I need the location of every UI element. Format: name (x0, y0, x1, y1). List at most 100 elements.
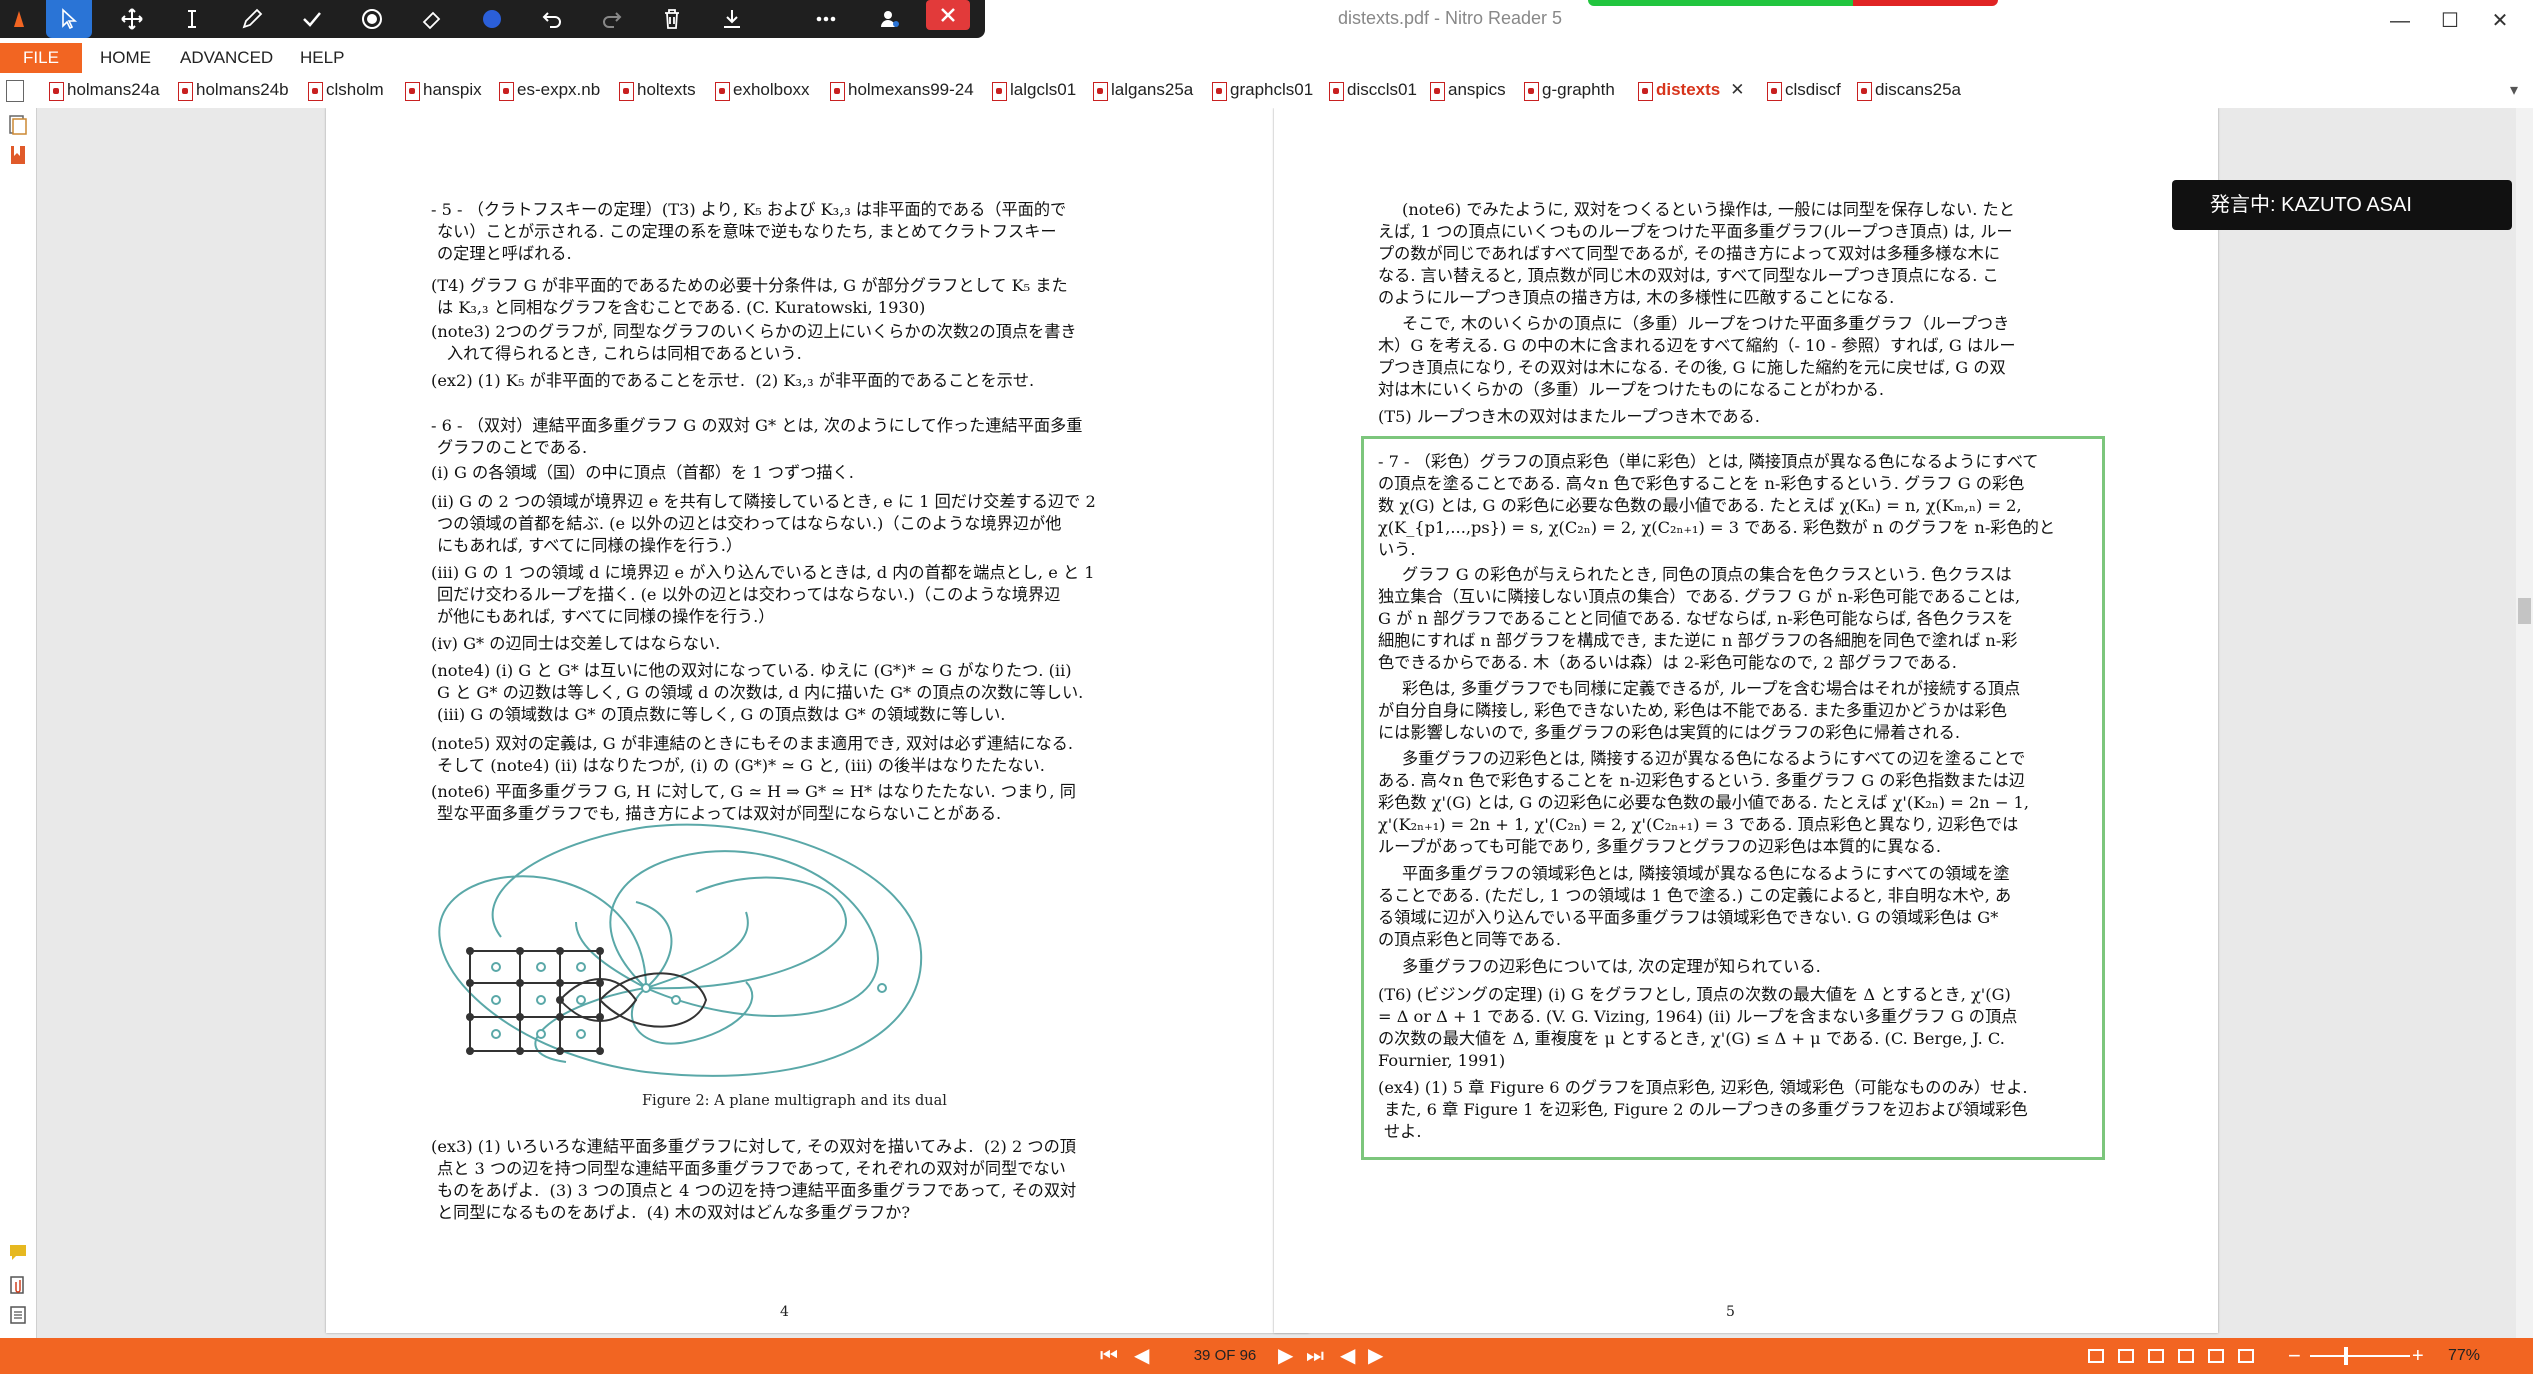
pdf-file-icon (992, 82, 1007, 101)
page-number-4: 4 (780, 1304, 789, 1320)
text-line: と同型になるものをあげよ. (4) 木の双対はどんな多重グラフか? (437, 1203, 911, 1222)
zoom-in-button[interactable]: + (2412, 1338, 2424, 1374)
doc-tab-holmans24b[interactable]: holmans24b (176, 80, 289, 102)
text-line: - 6 - （双対）連結平面多重グラフ G の双対 G* とは, 次のようにして… (431, 416, 1083, 435)
text-line: (T4) グラフ G が非平面的であるための必要十分条件は, G が部分グラフと… (431, 276, 1068, 295)
pdf-file-icon (1329, 82, 1344, 101)
document-list-icon[interactable] (6, 80, 24, 102)
doc-tab-disccls01[interactable]: disccls01 (1327, 80, 1417, 102)
stamp-tool-button[interactable] (352, 0, 392, 38)
facing-view-icon[interactable] (2148, 1349, 2164, 1363)
doc-tab-lalgcls01[interactable]: lalgcls01 (990, 80, 1076, 102)
text-line: ものをあげよ. (3) 3 つの頂点と 4 つの辺を持つ連結平面多重グラフであっ… (437, 1181, 1077, 1200)
text-line: そこで, 木のいくらかの頂点に（多重）ループをつけた平面多重グラフ（ループつき (1402, 314, 2010, 333)
bookmarks-panel-icon[interactable] (7, 144, 29, 166)
doc-tab-holmexans99-24[interactable]: holmexans99-24 (828, 80, 974, 102)
close-toolbar-button[interactable] (926, 0, 970, 30)
select-tool-button[interactable] (46, 0, 92, 38)
toolbar-logo-icon (4, 0, 34, 38)
doc-tab-lalgans25a[interactable]: lalgans25a (1091, 80, 1193, 102)
close-window-button[interactable]: ✕ (2470, 4, 2530, 38)
document-viewport[interactable] (37, 108, 2517, 1338)
doc-tab-graphcls01[interactable]: graphcls01 (1210, 80, 1313, 102)
doc-tab-es-expx[interactable]: es-expx.nb (497, 80, 600, 102)
continuous-view-icon[interactable] (2118, 1349, 2134, 1363)
tab-close-icon[interactable]: ✕ (1730, 80, 1744, 99)
pdf-file-icon (1212, 82, 1227, 101)
pan-tool-button[interactable] (112, 0, 152, 38)
undo-button[interactable] (532, 0, 572, 38)
trash-icon (665, 9, 679, 29)
tab-help[interactable]: HELP (300, 43, 344, 73)
doc-tab-exholboxx[interactable]: exholboxx (713, 80, 810, 102)
dual-graph-vertices (491, 962, 887, 1039)
doc-tab-distexts[interactable]: distexts ✕ (1636, 80, 1745, 102)
text-line: 対は木にいくらかの（多重）ループをつけたものになることがわかる. (1378, 380, 1884, 399)
check-tool-button[interactable] (292, 0, 332, 38)
previous-view-icon[interactable]: ◀ (1340, 1338, 1355, 1374)
doc-tab-clsholm[interactable]: clsholm (306, 80, 384, 102)
text-line: (T5) ループつき木の双対はまたループつき木である. (1378, 407, 1760, 426)
cursor-arrow-icon (62, 8, 78, 30)
text-line: 入れて得られるとき, これらは同相であるという. (447, 344, 802, 363)
text-line: 木）G を考える. G の中の木に含まれる辺をすべて縮約（- 10 - 参照）す… (1378, 336, 2016, 355)
pen-tool-button[interactable] (232, 0, 272, 38)
zoom-out-button[interactable]: − (2288, 1338, 2301, 1374)
doc-tab-holtexts[interactable]: holtexts (617, 80, 696, 102)
more-options-button[interactable] (806, 0, 846, 38)
doc-tab-hanspix[interactable]: hanspix (403, 80, 482, 102)
text-line: のようにループつき頂点の描き方は, 木の多様性に匹敵することになる. (1378, 288, 1895, 307)
color-picker-button[interactable] (472, 0, 512, 38)
text-line: (ex2) (1) K₅ が非平面的であることを示せ. (2) K₃,₃ が非平… (431, 371, 1035, 390)
layers-panel-icon[interactable] (7, 1304, 29, 1326)
facing-continuous-view-icon[interactable] (2178, 1349, 2194, 1363)
zoom-level[interactable]: 77% (2448, 1338, 2480, 1374)
vertical-scrollbar[interactable] (2516, 108, 2533, 1338)
doc-tab-clsdiscf[interactable]: clsdiscf (1765, 80, 1841, 102)
zoom-slider[interactable] (2310, 1355, 2410, 1357)
redo-button[interactable] (592, 0, 632, 38)
doc-tab-discans25a[interactable]: discans25a (1855, 80, 1961, 102)
window-title: distexts.pdf - Nitro Reader 5 (1337, 8, 1563, 28)
pdf-file-icon (49, 82, 64, 101)
document-tabs-bar: holmans24a holmans24b clsholm hanspix es… (0, 73, 2533, 109)
pages-panel-icon[interactable] (7, 114, 29, 136)
tabs-dropdown-icon[interactable]: ▾ (2510, 80, 2518, 100)
single-page-view-icon[interactable] (2088, 1349, 2104, 1363)
pdf-file-icon (619, 82, 634, 101)
eraser-tool-button[interactable] (412, 0, 452, 38)
first-page-icon[interactable]: ⏮ (1100, 1338, 1118, 1374)
color-dot-icon (483, 10, 501, 28)
annotation-toolbar (0, 0, 985, 38)
save-download-button[interactable] (712, 0, 752, 38)
text-line: (ex3) (1) いろいろな連結平面多重グラフに対して, その双対を描いてみよ… (431, 1137, 1076, 1156)
doc-tab-g-graphth[interactable]: g-graphth (1522, 80, 1615, 102)
tab-file[interactable]: FILE (0, 43, 82, 73)
next-page-icon[interactable]: ▶ (1278, 1338, 1293, 1374)
zoom-slider-thumb[interactable] (2344, 1347, 2348, 1365)
delete-button[interactable] (652, 0, 692, 38)
text-line: (note3) 2つのグラフが, 同型なグラフのいくらかの辺上にいくらかの次数2… (431, 322, 1077, 341)
fit-width-icon[interactable] (2238, 1349, 2254, 1363)
undo-icon (542, 12, 561, 28)
doc-tab-anspics[interactable]: anspics (1428, 80, 1506, 102)
ribbon-menu: FILE HOME ADVANCED HELP (0, 43, 2533, 73)
pencil-icon (242, 8, 263, 29)
pdf-file-icon (715, 82, 730, 101)
pdf-file-icon (1430, 82, 1445, 101)
scrollbar-thumb[interactable] (2518, 598, 2531, 624)
attachments-panel-icon[interactable] (7, 1274, 29, 1296)
text-tool-button[interactable] (172, 0, 212, 38)
doc-tab-holmans24a[interactable]: holmans24a (47, 80, 160, 102)
page-indicator[interactable]: 39 OF 96 (1185, 1338, 1265, 1374)
previous-page-icon[interactable]: ◀ (1134, 1338, 1149, 1374)
tab-home[interactable]: HOME (100, 43, 151, 73)
next-view-icon[interactable]: ▶ (1368, 1338, 1383, 1374)
tab-advanced[interactable]: ADVANCED (180, 43, 273, 73)
last-page-icon[interactable]: ⏭ (1306, 1338, 1324, 1374)
text-line: 回だけ交わるループを描く. (e 以外の辺とは交わってはならない.)（このような… (437, 585, 1061, 604)
close-icon (941, 8, 955, 22)
user-settings-button[interactable] (870, 0, 910, 38)
comments-panel-icon[interactable] (7, 1242, 29, 1264)
fit-page-icon[interactable] (2208, 1349, 2224, 1363)
